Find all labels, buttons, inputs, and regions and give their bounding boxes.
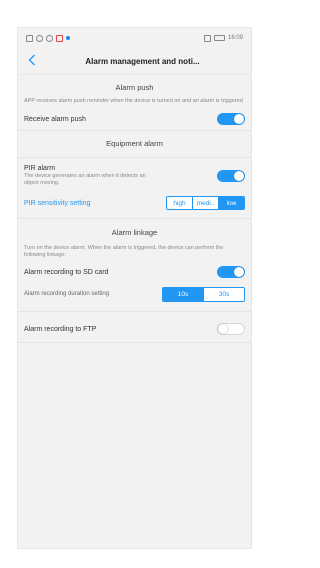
page-title: Alarm management and noti... [85,56,200,66]
wifi-icon [36,34,43,42]
section-heading-alarm-push: Alarm push [115,83,154,92]
toggle-knob [234,114,244,124]
sd-recording-toggle[interactable] [217,266,245,278]
alarm-linkage-description: Turn on the device alarm. When the alarm… [24,245,224,258]
section-heading-alarm-linkage: Alarm linkage [111,228,158,237]
recording-duration-selector: 10s 30s [162,286,245,302]
sensitivity-high-button[interactable]: high [167,197,192,209]
pir-alarm-text: PIR alarm The device generates an alarm … [24,165,154,187]
sd-recording-label: Alarm recording to SD card [24,268,109,276]
receive-alarm-push-row: Receive alarm push [18,108,251,130]
ftp-recording-toggle[interactable] [217,323,245,335]
recording-duration-label: Alarm recording duration setting [24,291,110,297]
pir-sensitivity-selector: high medi.. low [166,196,245,210]
toggle-knob [234,171,244,181]
status-time: 16:09 [227,35,243,41]
receive-alarm-push-toggle[interactable] [217,113,245,125]
chevron-left-icon [28,54,35,66]
duration-10s-button[interactable]: 10s [163,287,203,301]
sync-icon [46,34,53,42]
duration-30s-button[interactable]: 30s [203,287,244,301]
battery-icon [213,35,225,41]
phone-screen: 16:09 Alarm management and noti... Alarm… [17,27,252,549]
back-button[interactable] [23,51,41,69]
pir-alarm-row: PIR alarm The device generates an alarm … [18,158,251,192]
sensitivity-medium-button[interactable]: medi.. [192,197,218,209]
alarm-push-description: APP receives alarm push reminder when th… [24,98,243,104]
section-heading-equipment-alarm: Equipment alarm [106,139,163,148]
divider [18,311,251,312]
sd-recording-row: Alarm recording to SD card [18,261,251,283]
status-bar: 16:09 [18,28,251,48]
status-icons-left [26,34,70,42]
pir-sensitivity-row: PIR sensitivity setting high medi.. low [18,192,251,214]
signal-icon [203,34,211,42]
status-icons-right: 16:09 [203,34,243,42]
pir-alarm-description: The device generates an alarm when it de… [24,173,146,186]
pir-alarm-label: PIR alarm [24,165,56,172]
notification-icon [26,34,33,42]
pir-sensitivity-label: PIR sensitivity setting [24,199,91,207]
toggle-knob [234,267,244,277]
pir-alarm-toggle[interactable] [217,170,245,182]
toggle-knob [218,324,228,334]
ftp-recording-label: Alarm recording to FTP [24,325,97,333]
app-icon [56,34,63,42]
receive-alarm-push-label: Receive alarm push [24,115,86,123]
divider [18,342,251,343]
top-bar: Alarm management and noti... [18,48,251,75]
dot-icon [66,36,70,40]
ftp-recording-row: Alarm recording to FTP [18,316,251,342]
recording-duration-row: Alarm recording duration setting 10s 30s [18,283,251,305]
sensitivity-low-button[interactable]: low [218,197,244,209]
